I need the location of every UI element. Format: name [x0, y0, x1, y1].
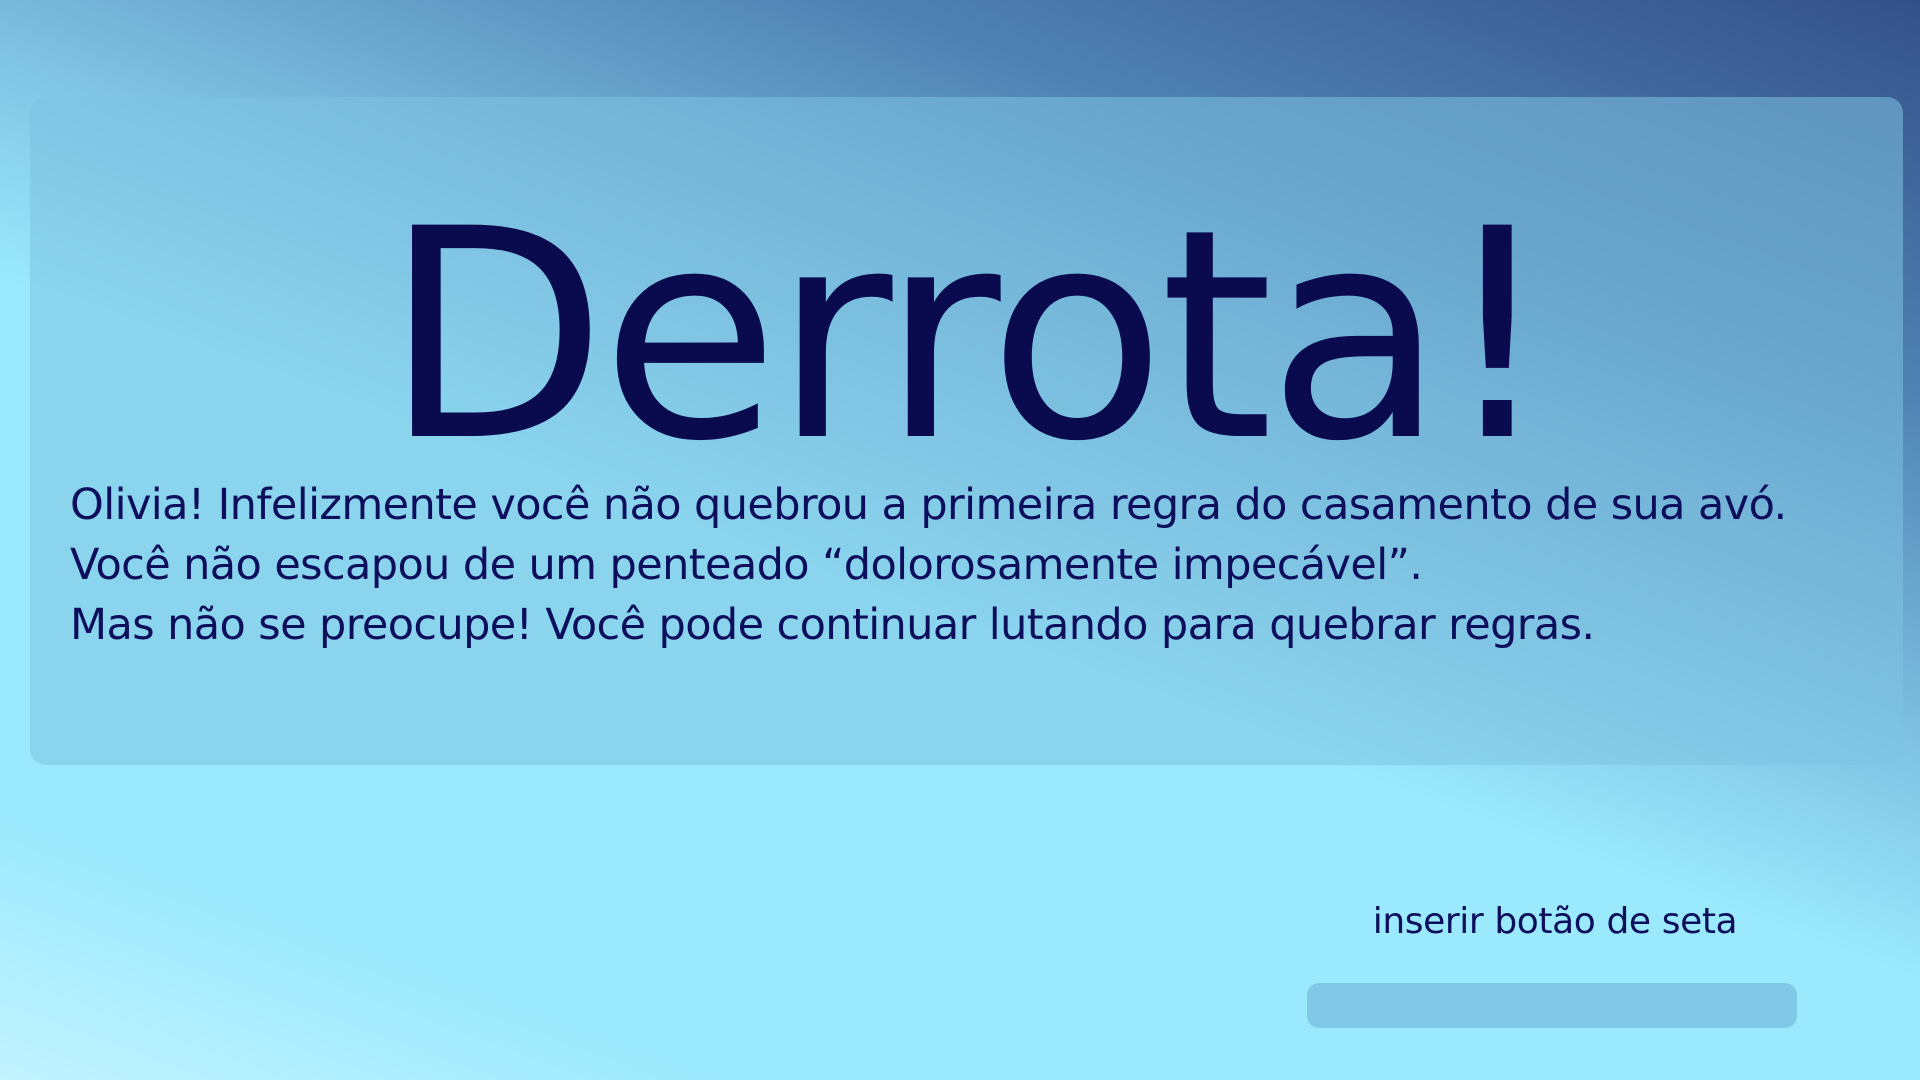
arrow-button-placeholder-label: inserir botão de seta [1372, 901, 1738, 942]
message-line-3: Mas não se preocupe! Você pode continuar… [70, 600, 1595, 650]
defeat-title: Derrota! [383, 168, 1556, 505]
message-line-1: Olivia! Infelizmente você não quebrou a … [70, 480, 1787, 530]
message-line-2: Você não escapou de um penteado “doloros… [70, 540, 1423, 590]
defeat-message: Olivia! Infelizmente você não quebrou a … [70, 475, 1890, 655]
result-panel: Derrota! Olivia! Infelizmente você não q… [30, 97, 1903, 765]
next-arrow-button[interactable] [1307, 983, 1797, 1028]
